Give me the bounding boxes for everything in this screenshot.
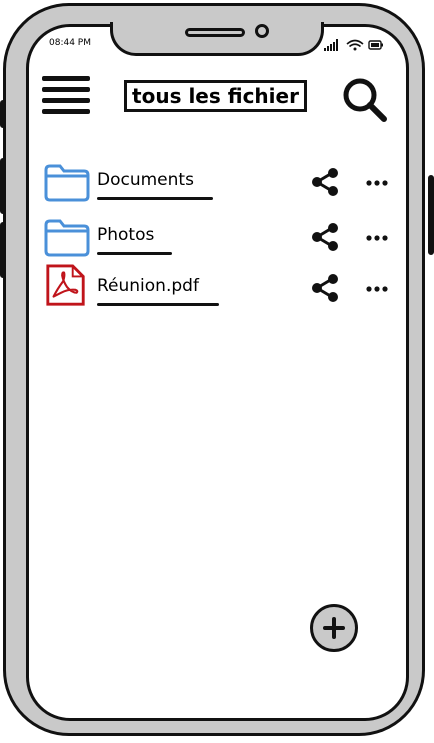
page-title: tous les fichier — [124, 80, 307, 112]
file-name[interactable]: Documents — [97, 170, 194, 190]
search-button[interactable] — [340, 76, 390, 124]
menu-bar — [42, 76, 90, 81]
folder-icon — [44, 219, 90, 257]
status-time: 08:44 PM — [49, 38, 91, 48]
more-options-icon[interactable] — [366, 179, 388, 187]
file-list-item[interactable]: Documents — [44, 164, 389, 212]
more-options-icon[interactable] — [366, 285, 388, 293]
phone-side-button — [0, 100, 6, 128]
file-name[interactable]: Photos — [97, 225, 154, 245]
pdf-file-icon — [46, 264, 85, 306]
share-icon[interactable] — [310, 222, 340, 252]
menu-bar — [42, 98, 90, 103]
add-icon — [323, 617, 345, 639]
status-icons — [324, 37, 386, 51]
signal-icon — [324, 39, 338, 51]
share-icon[interactable] — [310, 167, 340, 197]
wifi-icon — [346, 39, 364, 51]
file-name-underline — [97, 303, 219, 306]
file-name[interactable]: Réunion.pdf — [97, 276, 199, 296]
battery-icon — [368, 40, 383, 50]
speaker-grille — [185, 28, 245, 37]
more-options-icon[interactable] — [366, 234, 388, 242]
menu-bar — [42, 87, 90, 92]
menu-bar — [42, 109, 90, 114]
file-list-item[interactable]: Photos — [44, 219, 389, 267]
file-name-underline — [97, 252, 172, 255]
front-camera — [255, 24, 269, 38]
add-button[interactable] — [310, 604, 358, 652]
menu-button[interactable] — [42, 76, 92, 116]
search-icon — [343, 78, 387, 122]
share-icon[interactable] — [310, 273, 340, 303]
file-name-underline — [97, 197, 213, 200]
phone-volume-down-button — [0, 222, 6, 278]
folder-icon — [44, 164, 90, 202]
file-list-item[interactable]: Réunion.pdf — [44, 264, 389, 318]
phone-power-button — [428, 175, 434, 255]
phone-volume-up-button — [0, 158, 6, 214]
